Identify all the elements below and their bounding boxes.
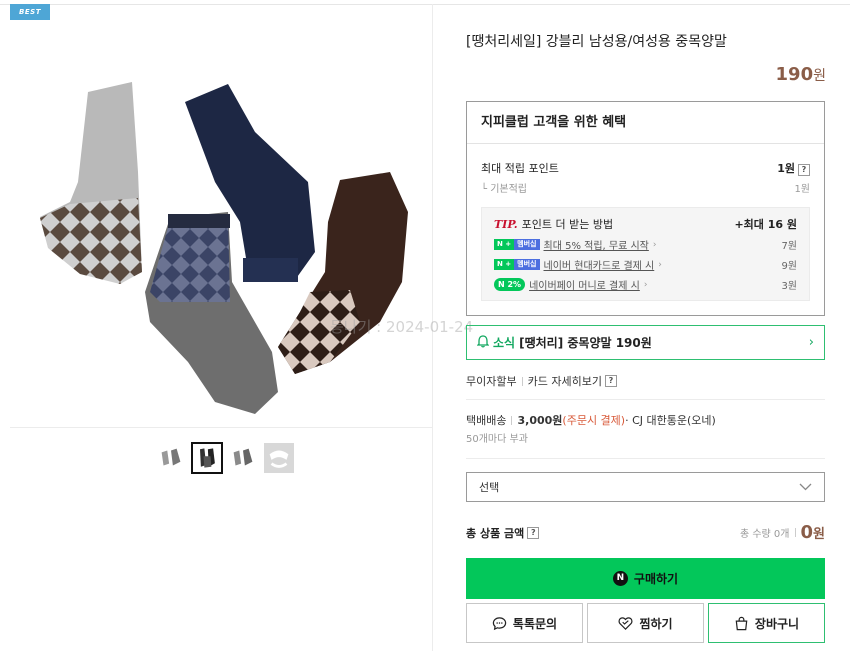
- tip-header: TIP. 포인트 더 받는 방법 +최대 16 원: [494, 216, 797, 232]
- chevron-right-icon: ›: [652, 239, 657, 250]
- chevron-right-icon: ›: [643, 279, 648, 290]
- shipping-note: 50개마다 부과: [466, 434, 528, 445]
- help-icon[interactable]: ?: [798, 164, 810, 176]
- benefit-title: 지피클럽 고객을 위한 혜택: [467, 102, 824, 144]
- buy-button-label: 구매하기: [633, 572, 679, 586]
- tip-item-label: 네이버페이 머니로 결제 시: [529, 281, 640, 292]
- naverpay-badge: N 2%: [494, 278, 526, 291]
- talk-inquiry-button[interactable]: 톡톡문의: [466, 603, 583, 643]
- wishlist-label: 찜하기: [639, 616, 673, 631]
- image-divider: [10, 427, 433, 428]
- basic-points-row: └ 기본적립 1원: [481, 180, 810, 195]
- card-detail-link[interactable]: 카드 자세히보기: [528, 373, 602, 389]
- thumbnail-strip: [155, 442, 295, 474]
- total-amount: 0원: [801, 522, 826, 543]
- wishlist-button[interactable]: 찜하기: [587, 603, 704, 643]
- main-product-image[interactable]: [10, 22, 433, 426]
- tip-item-money[interactable]: N 2% 네이버페이 머니로 결제 시 › 3원: [494, 277, 797, 292]
- divider: [794, 528, 796, 537]
- thumbnail-3[interactable]: [227, 442, 259, 474]
- talk-inquiry-label: 톡톡문의: [512, 616, 558, 631]
- news-tag: 소식: [493, 336, 516, 350]
- product-title: [땡처리세일] 강블리 남성용/여성용 중목양말: [466, 34, 727, 50]
- tip-item-label: 네이버 현대카드로 결제 시: [543, 261, 655, 272]
- help-icon[interactable]: ?: [604, 375, 617, 387]
- tip-item-membership[interactable]: N + 멤버십 최대 5% 적립, 무료 시작 › 7원: [494, 237, 797, 252]
- tip-box: TIP. 포인트 더 받는 방법 +최대 16 원 N + 멤버십 최대 5% 적립…: [481, 207, 810, 301]
- cart-button[interactable]: 장바구니: [708, 603, 825, 643]
- basic-points-value: 1원: [794, 184, 810, 195]
- option-select-placeholder: 선택: [479, 481, 500, 494]
- chevron-down-icon: [799, 480, 812, 494]
- total-label: 총 상품 금액: [466, 526, 525, 540]
- buy-button[interactable]: N 구매하기: [466, 558, 825, 599]
- option-select[interactable]: 선택: [466, 472, 825, 502]
- max-points-value-wrap: 1원?: [777, 160, 810, 176]
- max-points-label: 최대 적립 포인트: [481, 162, 559, 175]
- installment-row: 무이자할부 카드 자세히보기 ?: [466, 373, 617, 389]
- divider: [521, 376, 523, 386]
- naver-membership-badge: N + 멤버십: [494, 239, 540, 250]
- cart-label: 장바구니: [754, 616, 800, 631]
- date-watermark: 등나기 : 2024-01-24: [330, 318, 474, 336]
- heart-icon: [618, 616, 633, 630]
- tip-item-value: 7원: [781, 241, 797, 252]
- tip-item-card[interactable]: N + 멤버십 네이버 현대카드로 결제 시 › 9원: [494, 257, 797, 272]
- chat-bubble-icon: [492, 616, 507, 630]
- basic-points-label: └ 기본적립: [481, 184, 528, 195]
- price-unit: 원: [813, 68, 826, 84]
- tip-item-value: 3원: [781, 281, 797, 292]
- basic-points-label-text: 기본적립: [490, 184, 528, 195]
- action-buttons: 톡톡문의 찜하기 장바구니: [466, 603, 825, 643]
- price-value: 190: [775, 64, 814, 85]
- help-icon[interactable]: ?: [527, 526, 540, 539]
- socks-illustration: [40, 82, 408, 414]
- tip-max: +최대 16 원: [734, 218, 797, 231]
- divider: [466, 399, 825, 400]
- shipping-carrier: · CJ 대한통운(오네): [625, 414, 716, 427]
- thumbnail-4[interactable]: [263, 442, 295, 474]
- chevron-right-icon: ›: [658, 259, 662, 270]
- chevron-right-icon: ›: [808, 335, 814, 350]
- max-points-row: 최대 적립 포인트 1원?: [481, 160, 810, 176]
- tip-label: TIP.: [494, 218, 518, 231]
- total-quantity: 총 수량 0개: [739, 529, 790, 540]
- total-amount-value: 0: [800, 522, 814, 543]
- total-row: 총 상품 금액 ? 총 수량 0개 0원: [466, 522, 825, 543]
- tip-item-value: 9원: [781, 261, 797, 272]
- shipping-type: 택배배송: [466, 414, 507, 427]
- naver-membership-badge: N + 멤버십: [494, 259, 540, 270]
- divider: [466, 458, 825, 459]
- divider: [511, 415, 513, 425]
- naver-pay-icon: N: [612, 571, 628, 586]
- shipping-payment-timing: (주문시 결제): [562, 414, 626, 427]
- product-price: 190원: [776, 64, 826, 85]
- installment-label: 무이자할부: [466, 375, 517, 388]
- shipping-fee: 3,000원: [517, 414, 563, 427]
- thumbnail-1[interactable]: [155, 442, 187, 474]
- tip-text: 포인트 더 받는 방법: [521, 218, 614, 231]
- thumbnail-2-selected[interactable]: [191, 442, 223, 474]
- shipping-row: 택배배송 3,000원 (주문시 결제) · CJ 대한통운(오네): [466, 412, 716, 428]
- total-amount-unit: 원: [813, 527, 825, 542]
- news-text: [땡처리] 중목양말 190원: [519, 336, 652, 350]
- max-points-value: 1원: [777, 162, 795, 175]
- benefit-box: 지피클럽 고객을 위한 혜택 최대 적립 포인트 1원? └ 기본적립 1원 T…: [466, 101, 825, 316]
- bell-icon: [476, 334, 490, 351]
- tip-item-label: 최대 5% 적립, 무료 시작: [543, 241, 649, 252]
- best-badge: BEST: [10, 4, 50, 20]
- news-bar[interactable]: 소식 [땡처리] 중목양말 190원 ›: [466, 325, 825, 360]
- shopping-bag-icon: [735, 616, 748, 630]
